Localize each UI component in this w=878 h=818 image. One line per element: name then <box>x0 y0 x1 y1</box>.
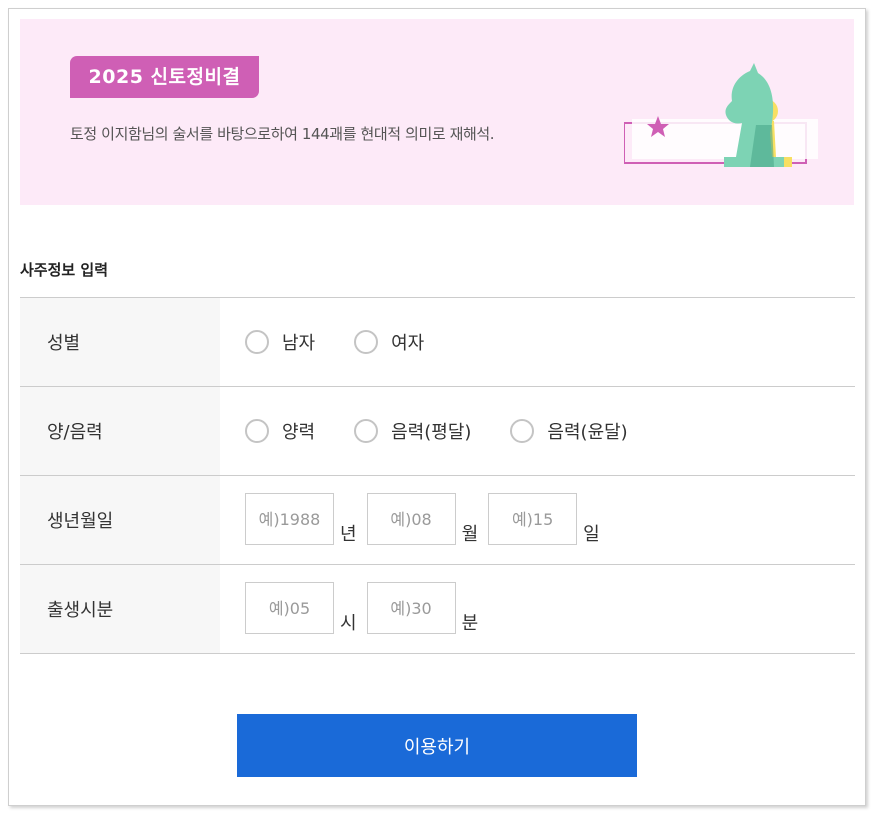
radio-circle-icon[interactable] <box>245 330 269 354</box>
year-unit: 년 <box>340 524 357 545</box>
radio-circle-icon[interactable] <box>354 330 379 354</box>
calendar-radio-lunar[interactable]: 음력(평달) <box>354 418 471 444</box>
input-form-table: 성별 남자 여자 양/음력 양력 음력(평달) 음력(윤달) 생년월일 예)19… <box>20 297 855 654</box>
calendar-option-lunar-leap: 음력(윤달) <box>547 422 628 443</box>
hour-unit: 시 <box>340 613 357 634</box>
form-panel: 2025 신토정비결 토정 이지함님의 술서를 바탕으로하여 144괘를 현대적… <box>8 8 866 806</box>
submit-button[interactable]: 이용하기 <box>237 714 637 777</box>
gender-option-male: 남자 <box>282 333 316 354</box>
birthtime-row: 출생시분 시 분 <box>20 565 855 654</box>
calendar-radio-lunar-leap[interactable]: 음력(윤달) <box>510 418 628 444</box>
radio-circle-icon[interactable] <box>245 419 269 443</box>
gender-radio-male[interactable]: 남자 <box>245 329 315 355</box>
birthtime-label: 출생시분 <box>20 565 220 653</box>
banner: 2025 신토정비결 토정 이지함님의 술서를 바탕으로하여 144괘를 현대적… <box>20 19 854 205</box>
calendar-row: 양/음력 양력 음력(평달) 음력(윤달) <box>20 387 855 476</box>
gender-label: 성별 <box>20 298 220 386</box>
chess-pieces-icon <box>624 63 818 167</box>
banner-badge: 2025 신토정비결 <box>70 56 259 98</box>
radio-circle-icon[interactable] <box>354 419 379 443</box>
calendar-option-lunar: 음력(평달) <box>391 422 472 443</box>
birth-month-input[interactable] <box>366 493 456 545</box>
radio-circle-icon[interactable] <box>510 419 535 443</box>
day-unit: 일 <box>583 524 600 545</box>
calendar-radio-solar[interactable]: 양력 <box>245 418 315 444</box>
gender-option-female: 여자 <box>391 333 425 354</box>
birth-day-input[interactable] <box>488 493 578 545</box>
minute-unit: 분 <box>461 613 479 634</box>
birthdate-row: 생년월일 년 월 일 <box>20 476 855 565</box>
calendar-label: 양/음력 <box>20 387 220 475</box>
calendar-option-solar: 양력 <box>282 422 316 443</box>
birthdate-label: 생년월일 <box>20 476 220 564</box>
banner-description: 토정 이지함님의 술서를 바탕으로하여 144괘를 현대적 의미로 재해석. <box>70 125 495 143</box>
birth-minute-input[interactable] <box>366 582 456 634</box>
birth-year-input[interactable] <box>245 493 334 545</box>
month-unit: 월 <box>461 524 479 545</box>
section-title: 사주정보 입력 <box>20 261 109 279</box>
gender-row: 성별 남자 여자 <box>20 298 855 387</box>
birth-hour-input[interactable] <box>245 582 334 634</box>
gender-radio-female[interactable]: 여자 <box>354 329 424 355</box>
